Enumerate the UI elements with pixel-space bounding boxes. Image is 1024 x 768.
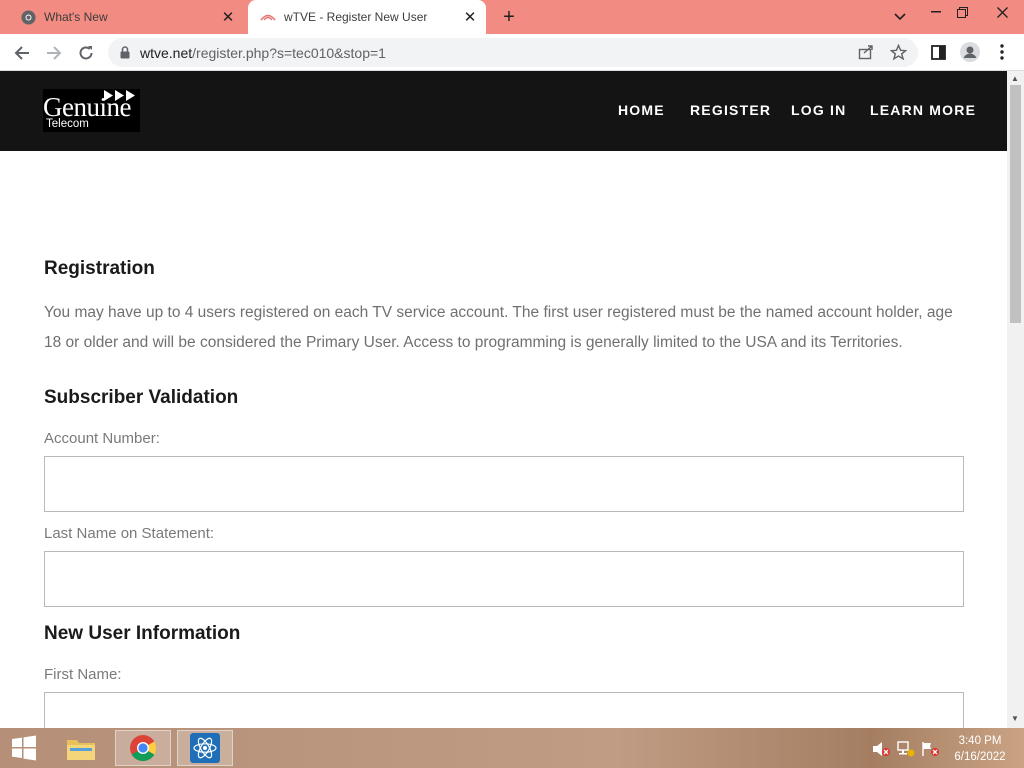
tab-whats-new[interactable]: What's New ✕: [8, 0, 244, 34]
account-number-label: Account Number:: [44, 430, 160, 447]
tab-title: wTVE - Register New User: [284, 10, 428, 24]
url-path: /register.php?s=tec010&stop=1: [192, 44, 386, 61]
folder-icon: [67, 740, 95, 760]
first-name-input[interactable]: [44, 692, 964, 728]
close-tab-icon[interactable]: ✕: [460, 7, 480, 27]
nav-learn-more-link[interactable]: LEARN MORE: [870, 102, 976, 118]
first-name-label: First Name:: [44, 666, 122, 683]
site-header: Genuine Telecom HOME REGISTER LOG IN LEA…: [0, 71, 1007, 151]
taskbar-chrome[interactable]: [115, 730, 171, 766]
volume-muted-icon[interactable]: [872, 740, 890, 758]
forward-button[interactable]: [41, 40, 67, 66]
scroll-up-arrow-icon[interactable]: ▲: [1011, 74, 1019, 83]
registration-description: You may have up to 4 users registered on…: [44, 304, 953, 351]
nav-register-link[interactable]: REGISTER: [690, 102, 771, 118]
back-button[interactable]: [9, 40, 35, 66]
share-icon[interactable]: [856, 42, 876, 62]
url-host: wtve.net: [140, 44, 193, 61]
action-center-flag-icon[interactable]: [921, 740, 939, 758]
page-scrollbar[interactable]: ▲ ▼: [1007, 71, 1024, 728]
new-tab-button[interactable]: +: [498, 6, 520, 28]
tab-register-new-user[interactable]: wTVE - Register New User ✕: [248, 0, 486, 34]
subscriber-validation-heading: Subscriber Validation: [44, 387, 239, 408]
clock-date: 6/16/2022: [954, 751, 1006, 763]
bookmark-star-icon[interactable]: [888, 42, 908, 62]
restore-button[interactable]: [946, 0, 978, 24]
close-tab-icon[interactable]: ✕: [218, 7, 238, 27]
page-viewport: Genuine Telecom HOME REGISTER LOG IN LEA…: [0, 71, 1024, 728]
address-bar[interactable]: wtve.net/register.php?s=tec010&stop=1: [108, 38, 918, 67]
registration-heading: Registration: [44, 258, 155, 279]
logo-subtitle: Telecom: [46, 118, 89, 130]
chrome-icon: [20, 9, 36, 25]
windows-taskbar: 3:40 PM 6/16/2022: [0, 728, 1024, 768]
chrome-icon: [130, 735, 157, 762]
nav-login-link[interactable]: LOG IN: [791, 102, 846, 118]
lock-icon: [120, 46, 130, 59]
system-clock[interactable]: 3:40 PM 6/16/2022: [944, 733, 1016, 765]
menu-kebab-icon[interactable]: [992, 42, 1012, 62]
start-button[interactable]: [0, 730, 48, 766]
account-number-input[interactable]: [44, 456, 964, 512]
taskbar-app[interactable]: [177, 730, 233, 766]
close-window-button[interactable]: [980, 0, 1024, 24]
wtve-icon: [260, 9, 276, 25]
windows-logo-icon: [12, 735, 36, 761]
browser-tab-strip: What's New ✕ wTVE - Register New User ✕ …: [0, 0, 1024, 34]
tab-search-chevron-icon[interactable]: [884, 5, 916, 29]
logo-arrows-icon: [104, 90, 135, 101]
profile-avatar-icon[interactable]: [960, 42, 980, 62]
genuine-telecom-logo[interactable]: Genuine Telecom: [43, 89, 140, 132]
tab-title: What's New: [44, 10, 108, 24]
scroll-down-arrow-icon[interactable]: ▼: [1011, 714, 1019, 723]
last-name-input[interactable]: [44, 551, 964, 607]
taskbar-file-explorer[interactable]: [53, 730, 109, 766]
last-name-label: Last Name on Statement:: [44, 525, 215, 542]
network-icon[interactable]: [897, 740, 915, 758]
reload-button[interactable]: [73, 40, 99, 66]
react-atom-icon: [190, 733, 220, 763]
nav-home-link[interactable]: HOME: [618, 102, 665, 118]
scrollbar-thumb[interactable]: [1010, 85, 1021, 323]
clock-time: 3:40 PM: [958, 735, 1002, 747]
side-panel-icon[interactable]: [928, 42, 948, 62]
browser-toolbar: wtve.net/register.php?s=tec010&stop=1: [0, 34, 1024, 71]
new-user-information-heading: New User Information: [44, 623, 241, 644]
